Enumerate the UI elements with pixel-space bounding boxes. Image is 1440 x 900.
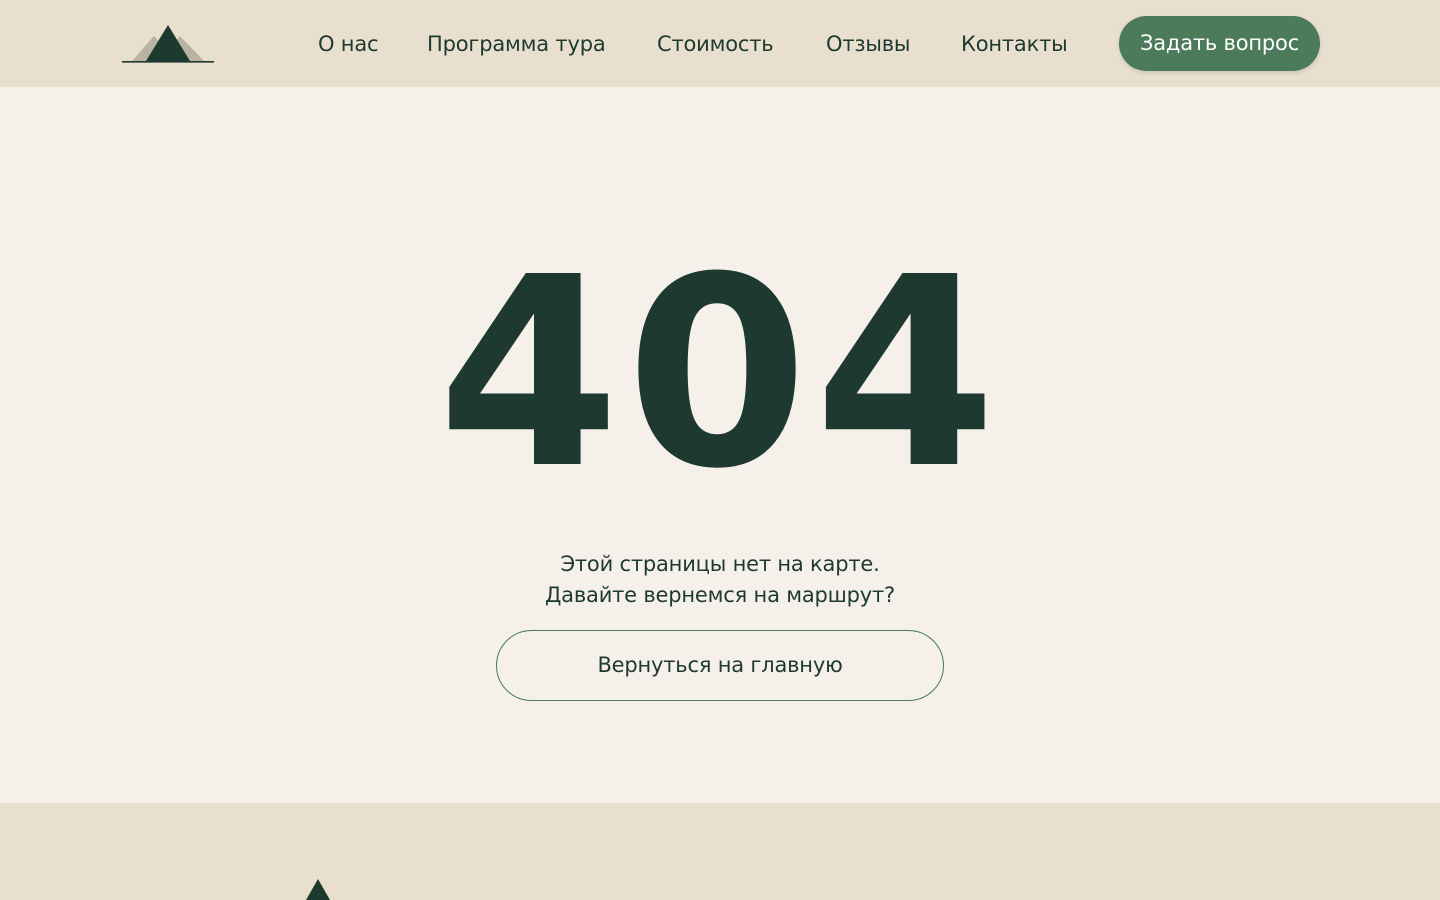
error-code: 404 <box>437 221 1003 526</box>
mountain-logo-icon[interactable] <box>300 877 336 900</box>
ask-question-button[interactable]: Задать вопрос <box>1119 16 1320 71</box>
back-to-home-button[interactable]: Вернуться на главную <box>496 630 944 701</box>
mountain-logo-icon[interactable] <box>120 22 216 66</box>
error-message: Этой страницы нет на карте. Давайте верн… <box>0 549 1440 611</box>
error-page-content: 404 Этой страницы нет на карте. Давайте … <box>0 87 1440 803</box>
nav-link-contacts[interactable]: Контакты <box>961 30 1068 58</box>
nav-link-tour-program[interactable]: Программа тура <box>427 30 606 58</box>
error-message-line-2: Давайте вернемся на маршрут? <box>544 583 896 607</box>
nav-link-about[interactable]: О нас <box>318 30 379 58</box>
nav-link-reviews[interactable]: Отзывы <box>826 30 910 58</box>
error-message-line-1: Этой страницы нет на карте. <box>560 552 880 576</box>
nav-link-price[interactable]: Стоимость <box>657 30 774 58</box>
site-footer <box>0 803 1440 900</box>
site-header: О нас Программа тура Стоимость Отзывы Ко… <box>0 0 1440 87</box>
